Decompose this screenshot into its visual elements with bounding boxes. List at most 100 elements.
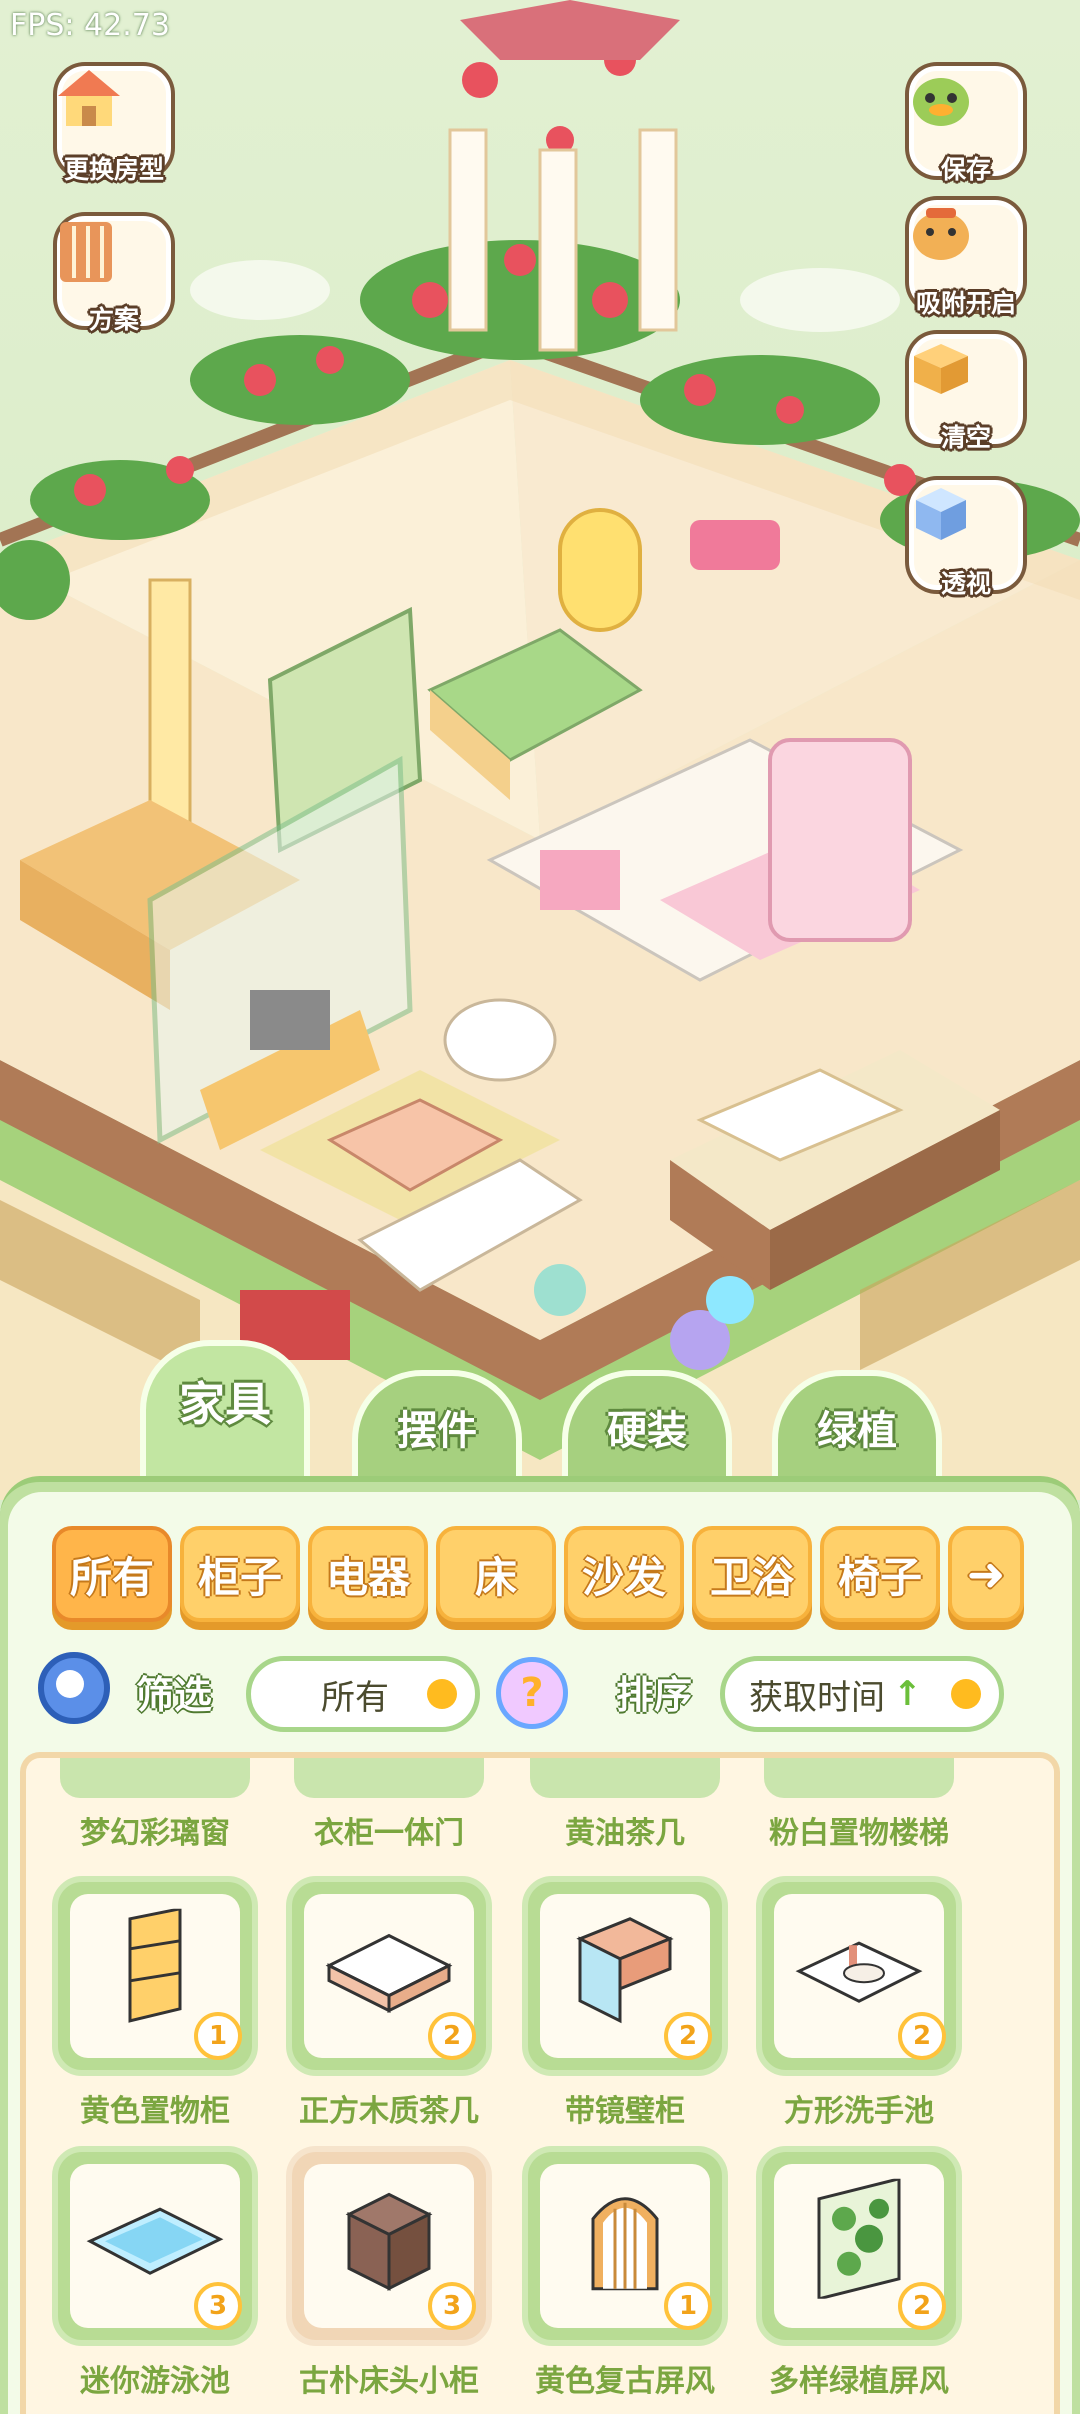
item-name: 多样绿植屏风: [769, 2364, 949, 2399]
tab-hardscape[interactable]: 硬装: [562, 1370, 732, 1490]
tab-plants[interactable]: 绿植: [772, 1370, 942, 1490]
item-card: 1: [52, 1876, 258, 2076]
item-name: 古朴床头小柜: [299, 2364, 479, 2399]
item-card: 2: [522, 1876, 728, 2076]
item-card: [530, 1758, 720, 1798]
change-room-button[interactable]: 更换房型: [54, 66, 174, 186]
question-icon: ?: [520, 1670, 544, 1716]
quantity-badge: 2: [898, 2012, 946, 2060]
clear-button[interactable]: 清空: [906, 334, 1026, 454]
change-room-label: 更换房型: [63, 155, 164, 184]
subtab-sofas-label: 沙发: [581, 1552, 666, 1602]
filter-value: 所有: [321, 1677, 389, 1718]
item-mini-pool[interactable]: 3 迷你游泳池: [50, 2146, 260, 2400]
item-partial[interactable]: 衣柜一体门: [284, 1758, 494, 1852]
coffee-table-icon: [325, 1933, 453, 2014]
arrow-right-icon: ➜: [966, 1547, 1006, 1601]
filter-dropdown[interactable]: 所有: [246, 1656, 480, 1732]
quantity-badge: 1: [194, 2012, 242, 2060]
item-partial[interactable]: 黄油茶几: [520, 1758, 730, 1852]
inventory-panel: 所有 柜子 电器 床 沙发 卫浴 椅子 ➜ 筛选 所有 ? 排序 获取时间 ↑ …: [0, 1476, 1080, 2414]
subtab-sofas[interactable]: 沙发: [564, 1526, 684, 1622]
subtab-cabinets-label: 柜子: [197, 1552, 282, 1602]
help-button[interactable]: ?: [496, 1657, 568, 1729]
subtab-bathroom-label: 卫浴: [709, 1552, 794, 1602]
item-card: 2: [756, 1876, 962, 2076]
snap-toggle-button[interactable]: 吸附开启: [906, 200, 1026, 320]
item-grid[interactable]: 梦幻彩璃窗 衣柜一体门 黄油茶几 粉白置物楼梯 1 黄色置物柜 2 正方木质茶几: [20, 1752, 1060, 2414]
plant-screen-icon: [817, 2178, 901, 2299]
sort-value: 获取时间: [749, 1677, 885, 1718]
item-mirror-wall-cabinet[interactable]: 2 带镜璧柜: [520, 1876, 730, 2130]
quantity-badge: 2: [664, 2012, 712, 2060]
item-card: [60, 1758, 250, 1798]
tab-furniture[interactable]: 家具: [140, 1340, 310, 1490]
tab-ornaments-label: 摆件: [397, 1408, 477, 1454]
item-name: 带镜璧柜: [565, 2094, 685, 2129]
item-square-wood-table[interactable]: 2 正方木质茶几: [284, 1876, 494, 2130]
subtab-appliances-label: 电器: [325, 1552, 410, 1602]
item-name: 正方木质茶几: [299, 2094, 479, 2129]
item-name: 粉白置物楼梯: [769, 1816, 949, 1851]
snap-label: 吸附开启: [915, 289, 1016, 318]
pool-icon: [86, 2207, 224, 2275]
subtab-chairs[interactable]: 椅子: [820, 1526, 940, 1622]
item-name: 梦幻彩璃窗: [80, 1816, 230, 1851]
quantity-badge: 2: [898, 2282, 946, 2330]
item-card-selected: 3: [286, 2146, 492, 2346]
tab-furniture-label: 家具: [179, 1377, 271, 1431]
subtab-bathroom[interactable]: 卫浴: [692, 1526, 812, 1622]
perspective-label: 透视: [940, 569, 991, 598]
sort-dropdown[interactable]: 获取时间 ↑: [720, 1656, 1004, 1732]
inventory-panel-inner: 所有 柜子 电器 床 沙发 卫浴 椅子 ➜ 筛选 所有 ? 排序 获取时间 ↑ …: [8, 1492, 1072, 2414]
search-button[interactable]: [38, 1652, 110, 1724]
item-name: 衣柜一体门: [314, 1816, 464, 1851]
item-row-partial: 梦幻彩璃窗 衣柜一体门 黄油茶几 粉白置物楼梯: [26, 1758, 1054, 1868]
subtab-cabinets[interactable]: 柜子: [180, 1526, 300, 1622]
item-card: 2: [756, 2146, 962, 2346]
heart-caret-icon: [951, 1679, 981, 1709]
quantity-badge: 3: [428, 2282, 476, 2330]
perspective-button[interactable]: 透视: [906, 480, 1026, 600]
item-partial[interactable]: 梦幻彩璃窗: [50, 1758, 260, 1852]
quantity-badge: 1: [664, 2282, 712, 2330]
arched-screen-icon: [591, 2197, 659, 2291]
cabinet-icon: [128, 1908, 182, 2023]
item-name: 黄色复古屏风: [535, 2364, 715, 2399]
item-partial[interactable]: 粉白置物楼梯: [754, 1758, 964, 1852]
item-card: [764, 1758, 954, 1798]
sort-label: 排序: [616, 1673, 693, 1717]
mirror-cabinet-icon: [576, 1917, 674, 2024]
subtab-chairs-label: 椅子: [837, 1552, 922, 1602]
item-card: 1: [522, 2146, 728, 2346]
item-green-plant-screen[interactable]: 2 多样绿植屏风: [754, 2146, 964, 2400]
clear-label: 清空: [940, 423, 991, 452]
subtab-beds[interactable]: 床: [436, 1526, 556, 1622]
heart-caret-icon: [427, 1679, 457, 1709]
item-name: 黄色置物柜: [80, 2094, 230, 2129]
item-name: 黄油茶几: [565, 1816, 685, 1851]
item-square-washbasin[interactable]: 2 方形洗手池: [754, 1876, 964, 2130]
quantity-badge: 3: [194, 2282, 242, 2330]
subtab-next-button[interactable]: ➜: [948, 1526, 1024, 1622]
fps-counter: FPS: 42.73: [10, 8, 170, 43]
item-yellow-retro-screen[interactable]: 1 黄色复古屏风: [520, 2146, 730, 2400]
quantity-badge: 2: [428, 2012, 476, 2060]
subtab-beds-label: 床: [474, 1552, 517, 1602]
subtab-appliances[interactable]: 电器: [308, 1526, 428, 1622]
nightstand-icon: [345, 2192, 433, 2291]
tab-plants-label: 绿植: [817, 1408, 897, 1454]
washbasin-icon: [795, 1941, 923, 2003]
subtab-all[interactable]: 所有: [52, 1526, 172, 1622]
item-card: 2: [286, 1876, 492, 2076]
tab-hardscape-label: 硬装: [607, 1408, 687, 1454]
save-label: 保存: [940, 155, 991, 184]
plan-label: 方案: [88, 305, 139, 334]
item-yellow-shelf-cabinet[interactable]: 1 黄色置物柜: [50, 1876, 260, 2130]
save-button[interactable]: 保存: [906, 66, 1026, 186]
sort-direction-icon: ↑: [893, 1674, 922, 1714]
room-scene[interactable]: FPS: 42.73 更换房型 方案 保存 吸附开启 清空 透视: [0, 0, 1080, 1500]
plan-button[interactable]: 方案: [54, 216, 174, 336]
item-rustic-nightstand[interactable]: 3 古朴床头小柜: [284, 2146, 494, 2400]
tab-ornaments[interactable]: 摆件: [352, 1370, 522, 1490]
